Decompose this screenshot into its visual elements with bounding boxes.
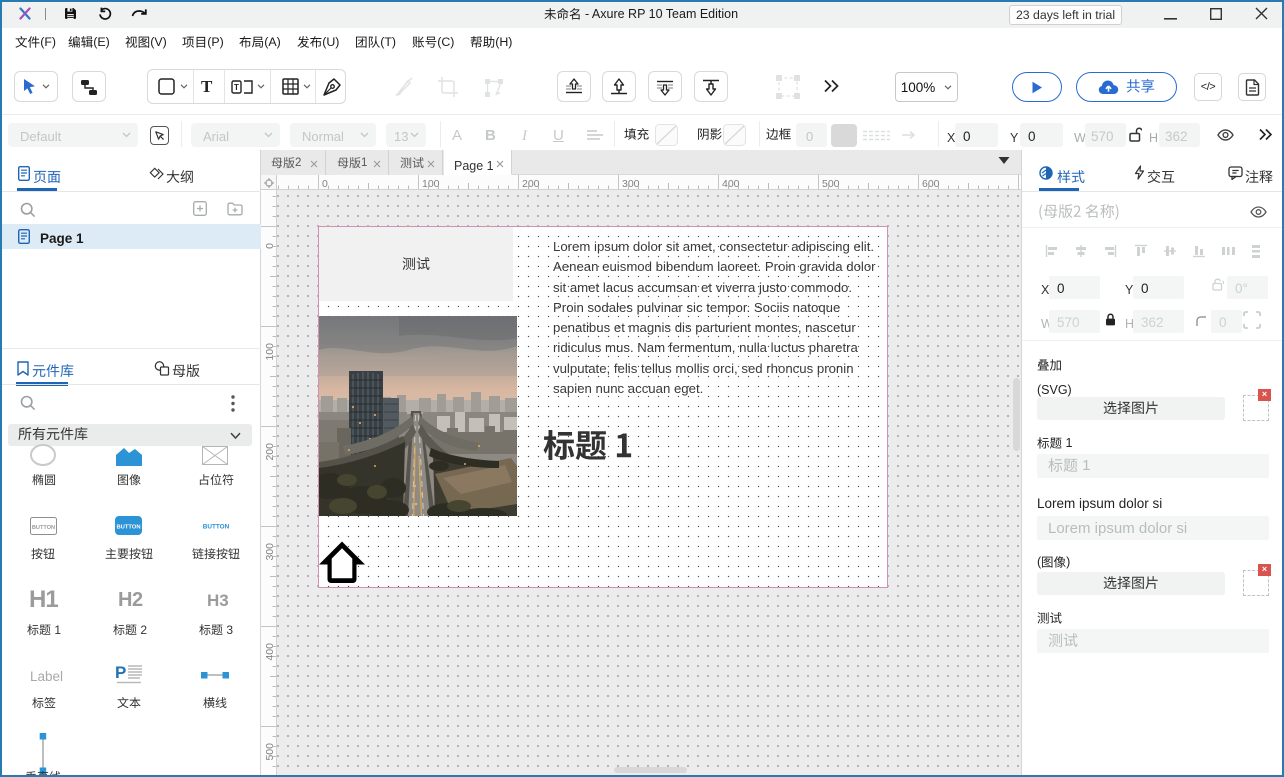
svg-text:300: 300 xyxy=(264,543,276,561)
svg-text:0: 0 xyxy=(322,178,328,190)
svg-text:0: 0 xyxy=(264,243,276,249)
svg-text:200: 200 xyxy=(264,443,276,461)
svg-text:100: 100 xyxy=(422,178,440,190)
svg-text:500: 500 xyxy=(264,743,276,761)
svg-text:BUTTON: BUTTON xyxy=(32,525,55,531)
svg-text:200: 200 xyxy=(522,178,540,190)
svg-text:400: 400 xyxy=(722,178,740,190)
svg-text:600: 600 xyxy=(922,178,940,190)
svg-text:BUTTON: BUTTON xyxy=(203,524,230,531)
svg-text:300: 300 xyxy=(622,178,640,190)
svg-text:P: P xyxy=(115,664,126,682)
svg-text:T: T xyxy=(234,83,239,92)
svg-text:BUTTON: BUTTON xyxy=(116,525,140,531)
svg-text:500: 500 xyxy=(822,178,840,190)
svg-text:400: 400 xyxy=(264,643,276,661)
svg-text:100: 100 xyxy=(264,343,276,361)
